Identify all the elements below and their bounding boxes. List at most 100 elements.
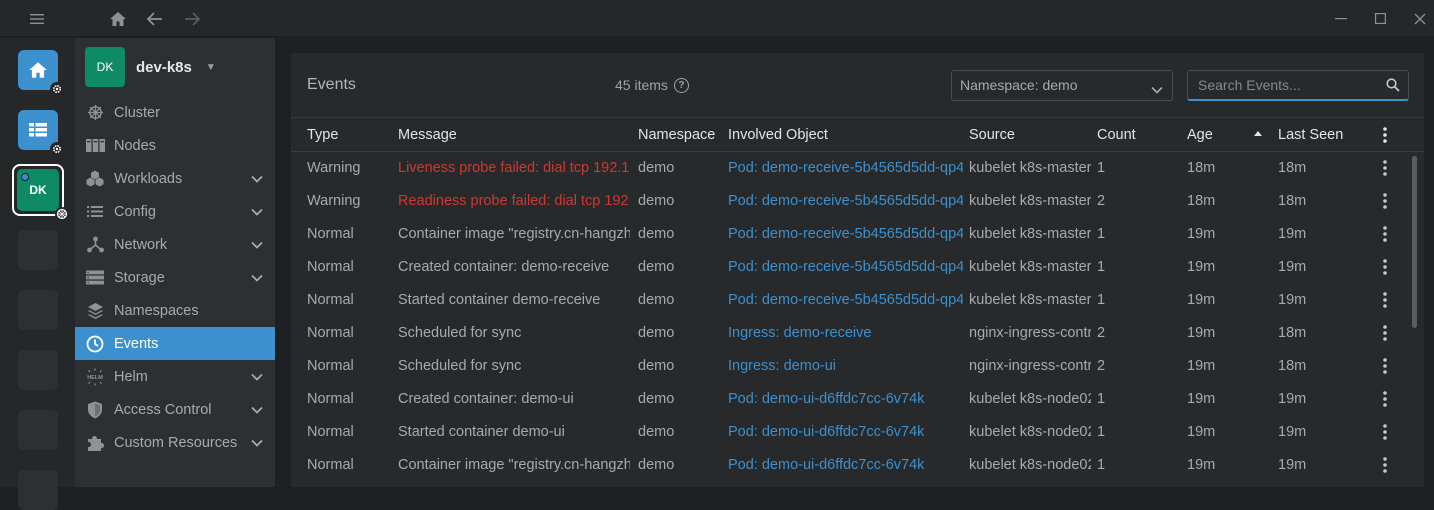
cell-type: Normal <box>307 325 354 341</box>
cell-count: 2 <box>1097 193 1106 209</box>
puzzle-icon <box>85 433 105 453</box>
table-row[interactable]: Warning Liveness probe failed: dial tcp 1… <box>291 152 1424 185</box>
sidebar-item-label: Namespaces <box>114 302 199 319</box>
cell-involved-object[interactable]: Pod: demo-receive-5b4565d5dd-qp46 <box>728 226 963 242</box>
sidebar-item-label: Nodes <box>114 137 156 154</box>
row-menu-icon[interactable] <box>1383 292 1387 311</box>
hotbar-cluster-button[interactable]: DK <box>12 164 69 221</box>
table-header: Type Message Namespace Involved Object S… <box>291 117 1424 152</box>
table-row[interactable]: Normal Started container demo-receive demo… <box>291 284 1424 317</box>
cell-involved-object[interactable]: Ingress: demo-ui <box>728 358 963 374</box>
cell-last-seen: 18m <box>1278 160 1307 176</box>
namespace-select[interactable]: Namespace: demo <box>951 70 1173 101</box>
table-row[interactable]: Normal Started container demo-ui demo Pod: … <box>291 416 1424 449</box>
sidebar-item-network[interactable]: Network <box>75 228 275 261</box>
cell-last-seen: 19m <box>1278 424 1307 440</box>
helm-wheel-icon <box>85 103 105 123</box>
hotbar-empty-slot[interactable] <box>18 410 58 450</box>
hotbar-catalog-button[interactable] <box>18 110 64 156</box>
cell-source: kubelet k8s-node02 <box>969 424 1091 440</box>
table-row[interactable]: Normal Created container: demo-receive dem… <box>291 251 1424 284</box>
cell-type: Normal <box>307 424 354 440</box>
sidebar-item-nodes[interactable]: Nodes <box>75 129 275 162</box>
close-icon[interactable] <box>1405 0 1434 37</box>
row-menu-icon[interactable] <box>1383 259 1387 278</box>
column-header-age[interactable]: Age <box>1187 127 1213 143</box>
cell-type: Warning <box>307 193 361 209</box>
cell-involved-object[interactable]: Pod: demo-receive-5b4565d5dd-qp46 <box>728 259 963 275</box>
cell-involved-object[interactable]: Pod: demo-ui-d6ffdc7cc-6v74k <box>728 457 963 473</box>
sort-ascending-icon[interactable] <box>1254 131 1262 136</box>
table-row[interactable]: Normal Container image "registry.cn-hangz… <box>291 449 1424 482</box>
back-arrow-icon[interactable] <box>141 0 169 37</box>
help-icon[interactable]: ? <box>673 77 689 93</box>
cell-source: kubelet k8s-master01 <box>969 226 1091 242</box>
cell-age: 18m <box>1187 160 1216 176</box>
chevron-down-icon <box>1151 81 1163 97</box>
row-menu-icon[interactable] <box>1383 391 1387 410</box>
sidebar-item-config[interactable]: Config <box>75 195 275 228</box>
scrollbar[interactable] <box>1412 156 1417 328</box>
maximize-icon[interactable] <box>1365 0 1395 37</box>
search-icon[interactable] <box>1386 78 1400 95</box>
cluster-avatar: DK <box>17 169 59 211</box>
cluster-selector[interactable]: DK dev-k8s ▼ <box>85 47 216 87</box>
row-menu-icon[interactable] <box>1383 226 1387 245</box>
sidebar-item-cluster[interactable]: Cluster <box>75 96 275 129</box>
cell-namespace: demo <box>638 292 675 308</box>
sidebar-item-access-control[interactable]: Access Control <box>75 393 275 426</box>
column-header-type[interactable]: Type <box>307 127 338 143</box>
cell-involved-object[interactable]: Pod: demo-ui-d6ffdc7cc-6v74k <box>728 391 963 407</box>
column-header-source[interactable]: Source <box>969 127 1015 143</box>
row-menu-icon[interactable] <box>1383 358 1387 377</box>
nodes-icon <box>85 136 105 156</box>
table-row[interactable]: Normal Container image "registry.cn-hangz… <box>291 218 1424 251</box>
menu-icon[interactable] <box>22 0 52 37</box>
minimize-icon[interactable] <box>1326 0 1356 37</box>
sidebar-item-namespaces[interactable]: Namespaces <box>75 294 275 327</box>
hotbar-home-button[interactable] <box>18 50 64 96</box>
status-dot <box>21 173 29 181</box>
column-menu-icon[interactable] <box>1383 127 1387 146</box>
sidebar-item-workloads[interactable]: Workloads <box>75 162 275 195</box>
row-menu-icon[interactable] <box>1383 325 1387 344</box>
cell-involved-object[interactable]: Pod: demo-receive-5b4565d5dd-qp46 <box>728 160 963 176</box>
column-header-last-seen[interactable]: Last Seen <box>1278 127 1343 143</box>
row-menu-icon[interactable] <box>1383 457 1387 476</box>
search-input[interactable] <box>1188 71 1378 99</box>
row-menu-icon[interactable] <box>1383 160 1387 179</box>
sidebar-item-custom-resources[interactable]: Custom Resources <box>75 426 275 459</box>
hotbar-empty-slot[interactable] <box>18 470 58 510</box>
column-header-namespace[interactable]: Namespace <box>638 127 715 143</box>
cell-source: kubelet k8s-node02 <box>969 391 1091 407</box>
cluster-avatar: DK <box>85 47 125 87</box>
forward-arrow-icon[interactable] <box>178 0 206 37</box>
chevron-down-icon <box>251 171 263 187</box>
sidebar-item-storage[interactable]: Storage <box>75 261 275 294</box>
table-row[interactable]: Warning Readiness probe failed: dial tcp … <box>291 185 1424 218</box>
cell-last-seen: 18m <box>1278 325 1307 341</box>
column-header-count[interactable]: Count <box>1097 127 1136 143</box>
table-row[interactable]: Normal Scheduled for sync demo Ingress: dem… <box>291 317 1424 350</box>
sidebar-item-label: Network <box>114 236 168 253</box>
cell-message: Liveness probe failed: dial tcp 192.168 <box>398 160 630 176</box>
sidebar-item-helm[interactable]: HELM Helm <box>75 360 275 393</box>
cell-involved-object[interactable]: Ingress: demo-receive <box>728 325 963 341</box>
hotbar-empty-slot[interactable] <box>18 290 58 330</box>
cell-age: 18m <box>1187 193 1216 209</box>
column-header-message[interactable]: Message <box>398 127 457 143</box>
row-menu-icon[interactable] <box>1383 193 1387 212</box>
row-menu-icon[interactable] <box>1383 424 1387 443</box>
hotbar-empty-slot[interactable] <box>18 230 58 270</box>
cell-involved-object[interactable]: Pod: demo-receive-5b4565d5dd-qp46 <box>728 292 963 308</box>
cell-involved-object[interactable]: Pod: demo-ui-d6ffdc7cc-6v74k <box>728 424 963 440</box>
home-icon[interactable] <box>104 0 132 37</box>
table-row[interactable]: Normal Created container: demo-ui demo Pod:… <box>291 383 1424 416</box>
sidebar-item-label: Workloads <box>114 170 183 187</box>
hotbar-empty-slot[interactable] <box>18 350 58 390</box>
table-row[interactable]: Normal Scheduled for sync demo Ingress: dem… <box>291 350 1424 383</box>
sidebar-item-events[interactable]: Events <box>75 327 275 360</box>
cell-age: 19m <box>1187 226 1216 242</box>
cell-involved-object[interactable]: Pod: demo-receive-5b4565d5dd-qp46 <box>728 193 963 209</box>
column-header-involved-object[interactable]: Involved Object <box>728 127 828 143</box>
